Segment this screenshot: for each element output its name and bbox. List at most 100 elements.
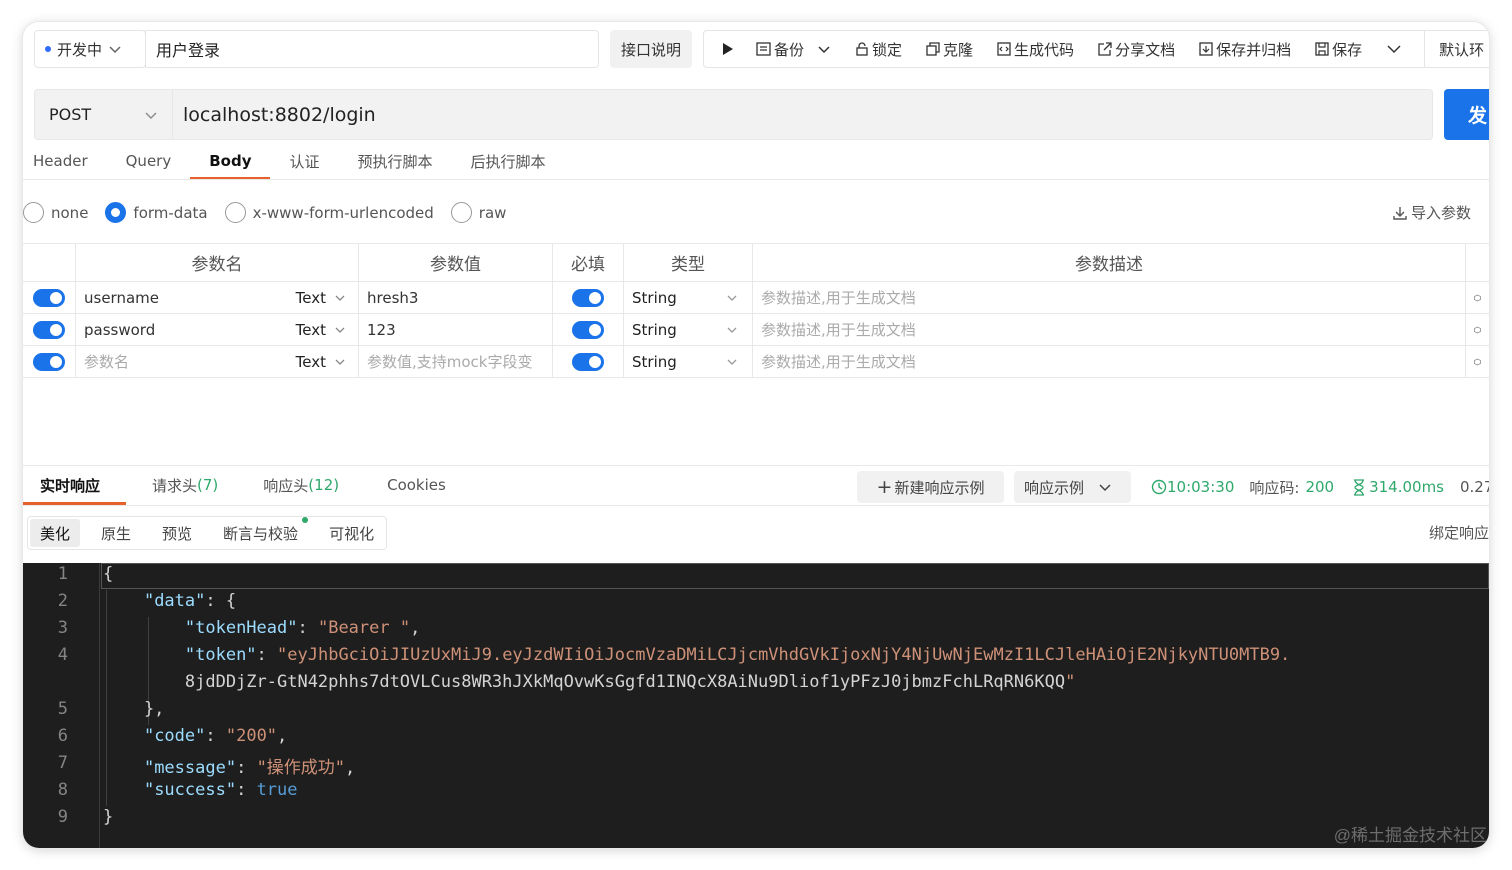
new-example-button[interactable]: + 新建响应示例 bbox=[857, 471, 1004, 503]
type-select[interactable]: String bbox=[624, 282, 753, 313]
param-kind-select[interactable]: Text bbox=[296, 321, 346, 339]
enable-toggle[interactable] bbox=[33, 320, 65, 339]
status-select[interactable]: 开发中 bbox=[34, 30, 146, 68]
param-desc-input[interactable]: 参数描述,用于生成文档 bbox=[753, 282, 1466, 313]
backup-icon bbox=[756, 42, 771, 56]
tab-auth[interactable]: 认证 bbox=[270, 142, 338, 180]
line-number: 1 bbox=[57, 564, 68, 584]
tab-body[interactable]: Body bbox=[190, 142, 271, 180]
response-meta: 10:03:30 响应码: 200 314.00ms 0.27k bbox=[1151, 471, 1489, 503]
cube-icon bbox=[1474, 326, 1481, 333]
param-name: password bbox=[84, 320, 156, 339]
tab-assertions[interactable]: 断言与校验 bbox=[213, 517, 309, 547]
type-select[interactable]: String bbox=[624, 314, 753, 345]
chevron-down-icon bbox=[727, 327, 737, 333]
env-select[interactable]: 默认环 bbox=[1424, 30, 1484, 68]
row-action-cell[interactable] bbox=[1466, 346, 1489, 377]
required-toggle[interactable] bbox=[572, 288, 604, 307]
status-dot bbox=[45, 46, 51, 52]
radio-circle bbox=[23, 202, 44, 223]
tab-visualize[interactable]: 可视化 bbox=[319, 519, 384, 547]
param-value-cell[interactable]: 123 bbox=[359, 314, 553, 345]
param-kind-select[interactable]: Text bbox=[296, 289, 346, 307]
import-params-button[interactable]: 导入参数 bbox=[1392, 202, 1471, 223]
backup-button[interactable]: 备份 bbox=[756, 39, 831, 60]
method-select[interactable]: POST bbox=[34, 89, 172, 140]
tab-preview[interactable]: 预览 bbox=[152, 519, 202, 547]
radio-label: raw bbox=[478, 203, 507, 222]
tab-header[interactable]: Header bbox=[33, 142, 107, 180]
url-input[interactable]: localhost:8802/login bbox=[172, 89, 1433, 140]
enable-toggle[interactable] bbox=[33, 288, 65, 307]
header-cell: 参数值 bbox=[359, 244, 553, 281]
header-cell: 必填 bbox=[553, 244, 624, 281]
divider bbox=[23, 179, 1489, 180]
radio-none[interactable]: none bbox=[23, 202, 88, 223]
clone-icon bbox=[926, 42, 940, 56]
required-toggle[interactable] bbox=[572, 320, 604, 339]
row-action-cell[interactable] bbox=[1466, 314, 1489, 345]
api-name-value: 用户登录 bbox=[156, 41, 221, 60]
save-archive-button[interactable]: 保存并归档 bbox=[1199, 39, 1291, 60]
type-select[interactable]: String bbox=[624, 346, 753, 377]
api-name-input[interactable]: 用户登录 bbox=[145, 30, 599, 68]
header-cell: 类型 bbox=[624, 244, 753, 281]
param-desc-input[interactable]: 参数描述,用于生成文档 bbox=[753, 346, 1466, 377]
header-cell: 参数描述 bbox=[753, 244, 1466, 281]
radio-raw[interactable]: raw bbox=[450, 202, 507, 223]
line-number: 7 bbox=[57, 753, 68, 773]
row-action-cell[interactable] bbox=[1466, 282, 1489, 313]
code-line: }, bbox=[103, 699, 165, 719]
bind-response-button[interactable]: 绑定响应 bbox=[1429, 522, 1489, 543]
param-desc-input[interactable]: 参数描述,用于生成文档 bbox=[753, 314, 1466, 345]
response-body-editor[interactable]: 1{2 "data": {3 "tokenHead": "Bearer ", 4 … bbox=[23, 563, 1489, 848]
radio-form-data[interactable]: form-data bbox=[105, 202, 208, 223]
code-line: } bbox=[103, 807, 114, 827]
line-number: 5 bbox=[57, 699, 68, 719]
param-name-cell[interactable]: 参数名 Text bbox=[76, 346, 359, 377]
param-kind: Text bbox=[295, 320, 326, 339]
send-button[interactable]: 发 bbox=[1444, 89, 1489, 140]
param-name-cell[interactable]: password Text bbox=[76, 314, 359, 345]
save-button[interactable]: 保存 bbox=[1315, 39, 1362, 60]
tab-response-headers[interactable]: 响应头 (12) bbox=[263, 465, 339, 505]
required-cell bbox=[553, 282, 624, 313]
params-table: 参数名 参数值 必填 类型 参数描述 username Text hresh3 S… bbox=[23, 243, 1489, 378]
share-doc-button[interactable]: 分享文档 bbox=[1098, 39, 1175, 60]
tab-query[interactable]: Query bbox=[107, 142, 191, 180]
param-value-cell[interactable]: 参数值,支持mock字段变 bbox=[359, 346, 553, 377]
param-kind: Text bbox=[295, 288, 326, 307]
new-example-label: 新建响应示例 bbox=[894, 478, 985, 497]
app-window: 开发中 用户登录 接口说明 备份 锁定 克隆 生成代码 分享文档 保存并归档 保… bbox=[23, 22, 1489, 848]
more-button[interactable] bbox=[1386, 42, 1402, 56]
tab-raw[interactable]: 原生 bbox=[91, 519, 141, 547]
clone-button[interactable]: 克隆 bbox=[926, 39, 973, 60]
backup-label: 备份 bbox=[774, 40, 805, 59]
body-type-radios: none form-data x-www-form-urlencoded raw bbox=[23, 202, 523, 223]
status-dot bbox=[302, 517, 309, 523]
tab-pre-script[interactable]: 预执行脚本 bbox=[339, 142, 452, 180]
tab-live-response[interactable]: 实时响应 bbox=[23, 465, 127, 505]
example-select[interactable]: 响应示例 bbox=[1014, 471, 1131, 503]
radio-circle-selected bbox=[105, 202, 127, 223]
param-name-cell[interactable]: username Text bbox=[76, 282, 359, 313]
required-toggle[interactable] bbox=[572, 352, 604, 371]
radio-label: none bbox=[51, 203, 89, 222]
doc-button[interactable]: 接口说明 bbox=[610, 30, 692, 68]
param-name-placeholder: 参数名 bbox=[84, 353, 130, 371]
code-line: { bbox=[103, 564, 114, 584]
tab-pretty[interactable]: 美化 bbox=[30, 519, 81, 547]
status-code: 200 bbox=[1305, 478, 1335, 496]
generate-code-button[interactable]: 生成代码 bbox=[997, 39, 1074, 60]
run-button[interactable] bbox=[722, 42, 734, 56]
tab-post-script[interactable]: 后执行脚本 bbox=[452, 142, 565, 180]
enable-toggle[interactable] bbox=[33, 352, 65, 371]
param-value-cell[interactable]: hresh3 bbox=[359, 282, 553, 313]
response-tabs: 实时响应 请求头 (7) 响应头 (12) Cookies bbox=[23, 465, 446, 505]
tab-cookies[interactable]: Cookies bbox=[387, 465, 446, 505]
param-kind-select[interactable]: Text bbox=[296, 353, 346, 371]
lock-button[interactable]: 锁定 bbox=[855, 39, 902, 60]
tab-request-headers[interactable]: 请求头 (7) bbox=[152, 465, 218, 505]
code-line: "tokenHead": "Bearer ", bbox=[184, 618, 421, 638]
radio-urlencoded[interactable]: x-www-form-urlencoded bbox=[224, 202, 434, 223]
